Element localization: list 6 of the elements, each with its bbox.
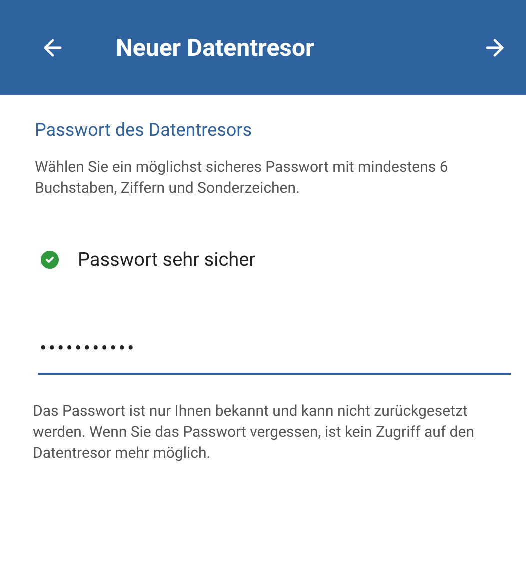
password-note: Das Passwort ist nur Ihnen bekannt und kann nicht zurückgesetzt werden. Wenn Sie das Passwort vergessen, ist kein Zugriff auf den Datentresor mehr möglich. — [33, 400, 476, 464]
password-field[interactable]: ••••••••••• — [38, 332, 511, 374]
section-description: Wählen Sie ein möglichst sicheres Passwort mit mindestens 6 Buchstaben, Ziffern und Sonderzeichen. — [35, 157, 450, 199]
section-title: Passwort des Datentresors — [35, 119, 254, 143]
strength-label: Passwort sehr sicher — [78, 247, 256, 273]
screen-title: Neuer Datentresor — [116, 32, 314, 64]
